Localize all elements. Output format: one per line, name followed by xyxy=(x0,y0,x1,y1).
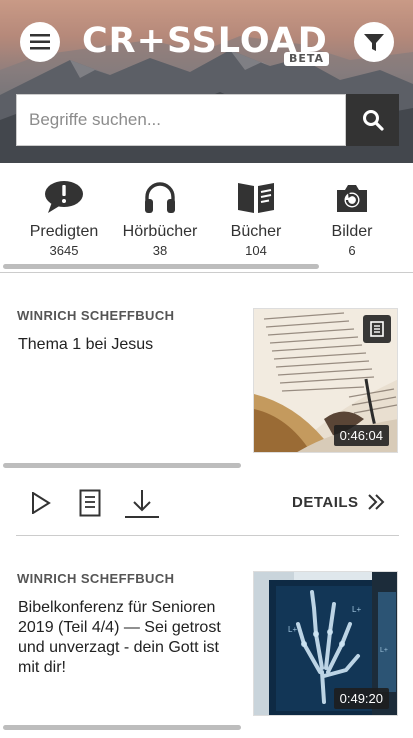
author-name[interactable]: WINRICH SCHEFFBUCH xyxy=(17,308,174,323)
beta-badge: BETA xyxy=(284,52,330,66)
divider xyxy=(16,535,399,536)
funnel-icon xyxy=(364,34,384,51)
download-icon xyxy=(125,490,159,518)
menu-button[interactable] xyxy=(20,22,60,62)
card-scrollbar[interactable] xyxy=(3,725,241,730)
category-label: Bücher xyxy=(230,223,282,240)
svg-text:L+: L+ xyxy=(352,605,361,614)
category-predigten[interactable]: Predigten 3645 xyxy=(14,172,114,259)
category-scrollbar[interactable] xyxy=(3,264,319,269)
speech-bubble-exclamation-icon xyxy=(45,181,83,213)
camera-icon xyxy=(337,185,367,212)
category-label: Predigten xyxy=(29,223,99,240)
category-count: 6 xyxy=(348,243,356,258)
download-button[interactable] xyxy=(123,488,161,520)
document-badge xyxy=(363,315,391,343)
category-label: Hörbücher xyxy=(122,223,198,240)
play-button[interactable] xyxy=(28,488,54,518)
document-button[interactable] xyxy=(76,488,104,518)
media-thumbnail[interactable]: 0:46:04 xyxy=(253,308,398,453)
details-button[interactable]: DETAILS xyxy=(292,494,359,511)
category-count: 104 xyxy=(245,243,267,258)
duration-badge: 0:49:20 xyxy=(333,688,389,709)
divider xyxy=(0,272,413,273)
hamburger-icon xyxy=(30,34,50,50)
card-scrollbar[interactable] xyxy=(3,463,241,468)
svg-text:L+: L+ xyxy=(288,625,297,634)
category-bar: Predigten 3645 Hörbücher 38 Bücher 104 B… xyxy=(0,172,413,262)
category-count: 38 xyxy=(152,243,168,258)
category-hoerbuecher[interactable]: Hörbücher 38 xyxy=(110,172,210,259)
filter-button[interactable] xyxy=(354,22,394,62)
double-chevron-right-icon[interactable] xyxy=(366,493,386,511)
document-icon xyxy=(79,489,101,517)
search-input[interactable] xyxy=(16,94,346,146)
svg-text:L+: L+ xyxy=(380,647,388,654)
category-label: Bilder xyxy=(331,223,373,240)
category-buecher[interactable]: Bücher 104 xyxy=(206,172,306,259)
category-count: 3645 xyxy=(49,243,79,258)
headphones-icon xyxy=(145,182,175,213)
media-thumbnail[interactable]: L+ L+ L+ 0:49:20 xyxy=(253,571,398,716)
crossload-logo[interactable]: CR+SSLOAD BETA xyxy=(82,21,334,69)
duration-badge: 0:46:04 xyxy=(333,425,389,446)
search-bar xyxy=(16,94,399,146)
media-title[interactable]: Thema 1 bei Jesus xyxy=(18,335,243,355)
play-icon xyxy=(32,492,51,514)
media-title[interactable]: Bibelkonferenz für Senioren 2019 (Teil 4… xyxy=(18,598,243,678)
action-bar: DETAILS xyxy=(0,486,413,522)
open-book-icon xyxy=(238,183,274,213)
header: CR+SSLOAD BETA xyxy=(0,0,413,163)
document-icon xyxy=(370,321,384,337)
magnifier-icon xyxy=(362,110,384,131)
category-bilder[interactable]: Bilder 6 xyxy=(302,172,402,259)
author-name[interactable]: WINRICH SCHEFFBUCH xyxy=(17,571,174,586)
search-button[interactable] xyxy=(346,94,399,146)
